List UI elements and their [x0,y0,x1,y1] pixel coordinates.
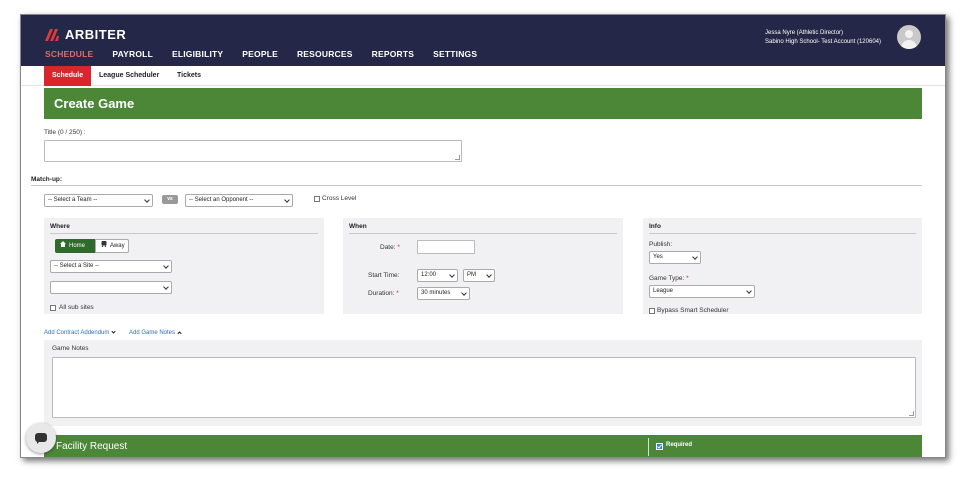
duration-select[interactable]: 30 minutes [417,287,470,300]
user-account: Sabino High School- Test Account (120604… [765,39,881,45]
browser-frame: ARBITER SCHEDULE PAYROLL ELIGIBILITY PEO… [20,14,946,458]
chevron-down-icon [486,272,492,278]
opponent-select[interactable]: -- Select an Opponent -- [185,194,293,207]
chevron-down-icon [111,329,117,334]
add-contract-addendum-link[interactable]: Add Contract Addendum [44,329,117,336]
game-notes-panel: Game Notes [44,340,922,426]
arbiter-logo[interactable]: ARBITER [45,27,126,42]
game-type-label: Game Type: * [649,275,689,282]
subnav-tickets[interactable]: Tickets [169,66,209,86]
site-select[interactable]: -- Select a Site -- [50,260,172,273]
chevron-down-icon [284,197,290,203]
title-input[interactable] [44,140,462,162]
chat-bubble-icon [35,433,47,444]
logo-text: ARBITER [65,27,127,42]
avatar-head-icon [905,30,913,38]
home-button[interactable]: Home [55,239,95,253]
info-panel: Info [643,218,922,314]
start-time-select[interactable]: 12:00 [417,269,458,282]
resize-handle-icon[interactable] [455,155,460,160]
start-time-label: Start Time: [368,272,400,279]
user-info[interactable]: Jessa Nyre (Athletic Director) Sabino Hi… [765,29,881,47]
when-divider [349,233,617,234]
avatar[interactable] [897,25,921,49]
duration-label: Duration: * [368,290,399,297]
page-title: Create Game [54,96,135,111]
chevron-down-icon [692,254,698,260]
required-label: Required [666,442,693,448]
when-title: When [349,223,367,230]
matchup-divider [31,185,922,186]
chevron-up-icon [177,331,182,336]
chevron-down-icon [163,284,169,290]
cross-level-label: Cross Level [322,195,357,202]
where-title: Where [50,223,70,230]
nav-settings[interactable]: SETTINGS [433,49,477,59]
resize-handle-icon[interactable] [909,411,914,416]
cross-level-checkbox[interactable] [314,196,320,202]
facility-divider [648,438,649,456]
main-nav: SCHEDULE PAYROLL ELIGIBILITY PEOPLE RESO… [45,49,496,59]
check-icon [657,444,662,449]
info-divider [649,233,916,234]
publish-label: Publish: [649,241,673,248]
ampm-select[interactable]: PM [463,269,495,282]
bypass-smart-scheduler-checkbox[interactable] [649,308,655,314]
when-panel: When [343,218,623,314]
page-title-banner: Create Game [44,88,922,119]
add-game-notes-link[interactable]: Add Game Notes [129,330,182,336]
info-title: Info [649,223,661,230]
date-label: Date: * [380,244,400,251]
arbiter-logo-icon [45,28,59,41]
subnav-schedule[interactable]: Schedule [44,66,92,86]
game-notes-label: Game Notes [52,345,89,352]
subnav-league-scheduler[interactable]: League Scheduler [91,66,167,86]
nav-resources[interactable]: RESOURCES [297,49,353,59]
chevron-down-icon [461,290,467,296]
publish-select[interactable]: Yes [649,251,701,264]
vs-badge: vs [162,195,178,204]
facility-request-title: Facility Request [56,441,128,452]
game-notes-input[interactable] [52,357,916,418]
where-divider [50,233,318,234]
chevron-down-icon [449,272,455,278]
home-icon [60,239,66,253]
bypass-smart-scheduler-label: Bypass Smart Scheduler [657,307,729,314]
facility-request-header[interactable]: Facility Request Required [44,435,922,457]
chevron-down-icon [163,263,169,269]
all-sub-sites-checkbox[interactable] [50,305,56,311]
nav-people[interactable]: PEOPLE [242,49,278,59]
game-type-select[interactable]: League [649,285,755,298]
avatar-body-icon [901,40,917,49]
away-button[interactable]: Away [95,239,129,253]
sub-nav: Schedule League Scheduler Tickets [21,66,945,86]
top-header: ARBITER SCHEDULE PAYROLL ELIGIBILITY PEO… [21,15,945,66]
required-checkbox[interactable] [656,443,663,450]
nav-payroll[interactable]: PAYROLL [112,49,153,59]
nav-eligibility[interactable]: ELIGIBILITY [172,49,223,59]
team-select[interactable]: -- Select a Team -- [44,194,153,207]
date-input[interactable] [417,240,475,254]
bus-icon [101,240,107,252]
all-sub-sites-label: All sub sites [59,304,94,311]
matchup-label: Match-up: [31,176,63,183]
title-label: Title (0 / 250) : [44,129,86,136]
chevron-down-icon [144,197,150,203]
chevron-down-icon [746,288,752,294]
nav-schedule[interactable]: SCHEDULE [45,49,93,59]
nav-reports[interactable]: REPORTS [372,49,415,59]
subsite-select[interactable] [50,281,172,294]
chat-widget-button[interactable] [26,423,56,453]
user-name: Jessa Nyre (Athletic Director) [765,30,844,36]
